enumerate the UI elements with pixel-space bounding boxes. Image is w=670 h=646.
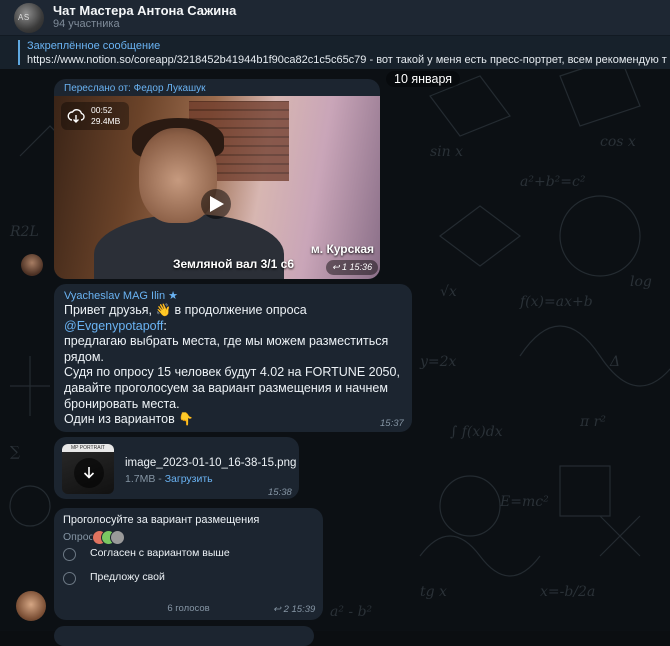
file-thumbnail[interactable]: MP PORTRAIT	[62, 444, 114, 494]
svg-text:∑: ∑	[10, 444, 20, 460]
video-duration: 00:52	[91, 105, 113, 115]
chat-header[interactable]: AS Чат Мастера Антона Сажина 94 участник…	[0, 0, 670, 36]
file-size: 1.7MB	[125, 473, 156, 485]
message-line: в продолжение опроса	[171, 303, 307, 317]
cloud-download-icon	[67, 109, 85, 123]
radio-button[interactable]	[63, 548, 76, 561]
video-size: 29.4MB	[91, 116, 121, 126]
download-button[interactable]	[74, 458, 104, 488]
text-message[interactable]: Vyacheslav MAG Ilin ★ Привет друзья, 👋 в…	[54, 284, 412, 432]
svg-text:cos x: cos x	[600, 134, 636, 150]
member-count: 94 участника	[53, 18, 120, 30]
svg-text:x=-b/2a: x=-b/2a	[540, 584, 595, 600]
message-line: :	[163, 318, 167, 333]
video-download-badge[interactable]: 00:52 29.4MB	[61, 102, 129, 130]
video-preview[interactable]: 00:52 29.4MB м. Курская Земляной вал 3/1…	[54, 96, 380, 279]
svg-text:f(x)=ax+b: f(x)=ax+b	[519, 294, 593, 310]
forwarded-from[interactable]: Переслано от: Федор Лукашук	[64, 83, 206, 94]
video-caption-line1: м. Курская	[310, 242, 374, 256]
svg-text:Δ: Δ	[609, 354, 620, 370]
chat-title: Чат Мастера Антона Сажина	[53, 3, 237, 18]
message-time: 15:38	[268, 487, 292, 498]
video-caption-line2: Земляной вал 3/1 с6	[172, 257, 294, 271]
date-separator: 10 января	[386, 71, 461, 87]
message-line: Один из вариантов	[64, 412, 179, 427]
download-arrow-icon	[83, 467, 95, 479]
svg-text:√x: √x	[440, 284, 457, 300]
svg-text:tg x: tg x	[420, 584, 447, 600]
sender-avatar[interactable]	[16, 591, 46, 621]
poll-option[interactable]: Предложу свой	[63, 570, 313, 588]
pinned-title: Закреплённое сообщение	[27, 40, 161, 52]
svg-text:log: log	[630, 274, 652, 290]
svg-text:sin x: sin x	[430, 144, 463, 160]
point-down-emoji-icon: 👇	[178, 412, 194, 427]
svg-text:∫ f(x)dx: ∫ f(x)dx	[450, 424, 503, 440]
poll-voters	[92, 530, 140, 545]
thumbnail-header: MP PORTRAIT	[62, 444, 114, 452]
file-meta-separator: -	[155, 473, 165, 485]
svg-text:R2L: R2L	[9, 224, 39, 240]
next-message-bubble[interactable]	[54, 626, 314, 646]
sender-avatar[interactable]	[21, 254, 43, 276]
pinned-message[interactable]: Закреплённое сообщение https://www.notio…	[0, 36, 670, 69]
file-name: image_2023-01-10_16-38-15.png	[125, 457, 297, 469]
poll-message[interactable]: Проголосуйте за вариант размещения Опрос…	[54, 508, 323, 620]
sender-name-text: Vyacheslav MAG Ilin	[64, 290, 166, 302]
star-icon: ★	[168, 290, 179, 302]
message-text: Привет друзья, 👋 в продолжение опроса @E…	[64, 303, 404, 428]
poll-question: Проголосуйте за вариант размещения	[63, 514, 260, 526]
svg-text:a²+b²=c²: a²+b²=c²	[520, 174, 586, 190]
mention-link[interactable]: @Evgenypotapoff	[64, 319, 163, 333]
poll-option-label: Предложу свой	[90, 571, 165, 583]
svg-text:E=mc²: E=mc²	[499, 494, 549, 510]
message-time: 15:37	[380, 418, 404, 429]
play-icon	[210, 196, 224, 212]
sender-name[interactable]: Vyacheslav MAG Ilin ★	[64, 289, 178, 302]
poll-type: Опрос	[63, 531, 94, 543]
file-meta: 1.7MB - Загрузить	[125, 473, 213, 485]
pinned-accent-bar	[18, 40, 20, 65]
pinned-text: https://www.notion.so/coreapp/3218452b41…	[27, 54, 667, 66]
message-line: Судя по опросу 15 человек будут 4.02 на …	[64, 365, 400, 411]
message-time: ↩ 1 15:36	[326, 260, 379, 275]
voter-avatar	[110, 530, 125, 545]
message-line: предлагаю выбрать места, где мы можем ра…	[64, 334, 389, 364]
message-line: Привет друзья,	[64, 303, 156, 317]
wave-emoji-icon: 👋	[155, 303, 172, 317]
chat-avatar[interactable]: AS	[14, 3, 44, 33]
avatar-initials: AS	[18, 13, 30, 22]
file-message[interactable]: MP PORTRAIT image_2023-01-10_16-38-15.pn…	[54, 437, 299, 499]
poll-option-label: Согласен с вариантом выше	[90, 547, 230, 559]
thumbnail-label: MP PORTRAIT	[71, 445, 105, 451]
download-link[interactable]: Загрузить	[165, 473, 213, 485]
message-time: ↩ 2 15:39	[273, 604, 316, 615]
svg-text:a² - b²: a² - b²	[330, 604, 373, 620]
radio-button[interactable]	[63, 572, 76, 585]
video-message[interactable]: Переслано от: Федор Лукашук 00:52 29.4MB…	[54, 79, 380, 279]
play-button[interactable]	[201, 189, 231, 219]
svg-text:y=2x: y=2x	[419, 354, 457, 370]
poll-option[interactable]: Согласен с вариантом выше	[63, 546, 313, 564]
svg-text:π r²: π r²	[579, 414, 606, 430]
